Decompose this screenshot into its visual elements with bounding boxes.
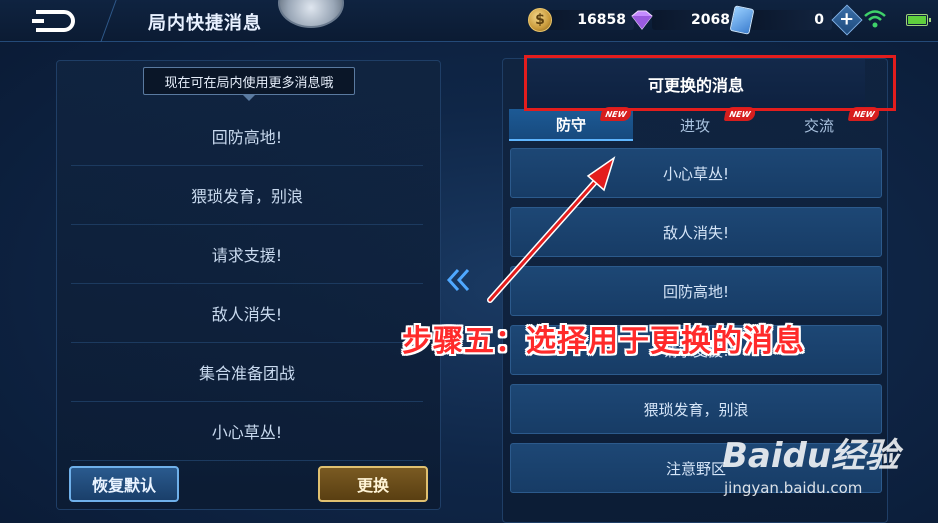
replace-button[interactable]: 更换	[318, 466, 428, 502]
diamond-resource: 2068	[628, 8, 738, 32]
step-annotation: 步骤五：选择用于更换的消息	[402, 324, 805, 359]
category-tabs: 防守 NEW 进攻 NEW 交流 NEW	[509, 107, 881, 141]
add-voucher-button[interactable]: +	[831, 4, 863, 36]
new-badge: NEW	[599, 107, 633, 121]
restore-default-button[interactable]: 恢复默认	[69, 466, 179, 502]
list-item[interactable]: 集合准备团战	[71, 343, 423, 402]
current-messages-panel: 现在可在局内使用更多消息哦 回防高地! 猥琐发育，别浪 请求支援! 敌人消失! …	[56, 60, 441, 510]
coin-count: 16858	[548, 10, 634, 30]
back-button[interactable]	[30, 8, 80, 34]
tab-label: 防守	[555, 115, 586, 134]
list-item[interactable]: 小心草丛!	[71, 402, 423, 461]
watermark: Baidu经验 jingyan.baidu.com	[722, 428, 932, 508]
voucher-resource: 0 +	[729, 4, 863, 36]
new-badge: NEW	[723, 107, 757, 121]
title-separator	[100, 0, 144, 42]
list-item[interactable]: 敌人消失!	[510, 207, 882, 257]
avatar[interactable]	[278, 0, 344, 28]
tab-label: 进攻	[679, 116, 710, 135]
back-arrow-icon	[32, 10, 75, 32]
coin-resource: $ 16858	[528, 8, 634, 32]
list-item[interactable]: 回防高地!	[510, 266, 882, 316]
watermark-brand: Baidu经验	[722, 436, 900, 476]
battery-icon	[906, 14, 931, 26]
list-item[interactable]: 请求支援!	[71, 225, 423, 284]
page-title: 局内快捷消息	[148, 13, 262, 34]
tab-communication[interactable]: 交流 NEW	[757, 107, 881, 141]
wifi-icon	[864, 10, 886, 28]
voucher-icon	[729, 5, 755, 35]
tab-label: 交流	[803, 116, 834, 135]
diamond-count: 2068	[652, 10, 738, 30]
list-item[interactable]: 猥琐发育，别浪	[71, 166, 423, 225]
tab-defense[interactable]: 防守 NEW	[509, 107, 633, 141]
list-item[interactable]: 猥琐发育，别浪	[510, 384, 882, 434]
voucher-count: 0	[750, 10, 832, 30]
coin-icon: $	[528, 8, 552, 32]
top-bar: 局内快捷消息 $ 16858 2068 0 +	[0, 0, 938, 42]
plus-icon: +	[839, 9, 855, 30]
double-chevron-left-icon[interactable]	[446, 268, 472, 292]
list-item[interactable]: 回防高地!	[71, 107, 423, 166]
new-badge: NEW	[847, 107, 881, 121]
list-item[interactable]: 小心草丛!	[510, 148, 882, 198]
tooltip: 现在可在局内使用更多消息哦	[143, 67, 355, 101]
watermark-url: jingyan.baidu.com	[724, 479, 863, 497]
list-item[interactable]: 敌人消失!	[71, 284, 423, 343]
current-message-list: 回防高地! 猥琐发育，别浪 请求支援! 敌人消失! 集合准备团战 小心草丛!	[71, 107, 423, 461]
replaceable-header: 可更换的消息	[527, 59, 865, 109]
tab-attack[interactable]: 进攻 NEW	[633, 107, 757, 141]
diamond-icon	[631, 10, 653, 30]
